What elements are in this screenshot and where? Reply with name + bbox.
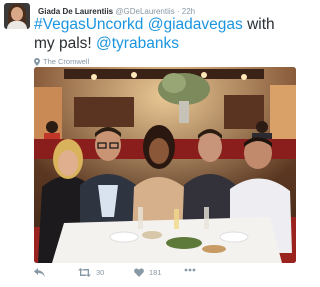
retweet-count: 30 [96, 268, 105, 277]
tweet-actions: 30 181 [34, 268, 296, 282]
reply-button[interactable] [34, 268, 45, 277]
mention-link-giadavegas[interactable]: @giadavegas [148, 16, 243, 33]
retweet-button[interactable]: 30 [78, 268, 104, 277]
more-button[interactable] [184, 268, 196, 272]
mention-link-tyrabanks[interactable]: @tyrabanks [96, 35, 179, 52]
tweet-text: #VegasUncorkd @giadavegas with my pals! … [34, 15, 296, 53]
location-pin-icon [34, 57, 40, 66]
location-label: The Cromwell [43, 57, 90, 66]
reply-icon [34, 268, 45, 277]
tweet-photo-image [34, 67, 296, 263]
tweet-location[interactable]: The Cromwell [34, 57, 89, 66]
retweet-icon [78, 268, 91, 277]
heart-icon [134, 268, 144, 277]
tweet-card: Giada De Laurentiis @GDeLaurentiis · 22h… [0, 0, 300, 287]
more-icon [184, 268, 196, 272]
hashtag-link[interactable]: #VegasUncorkd [34, 16, 143, 33]
tweet-photo[interactable] [34, 67, 296, 263]
like-count: 181 [149, 268, 162, 277]
avatar[interactable] [4, 3, 30, 29]
like-button[interactable]: 181 [134, 268, 162, 277]
